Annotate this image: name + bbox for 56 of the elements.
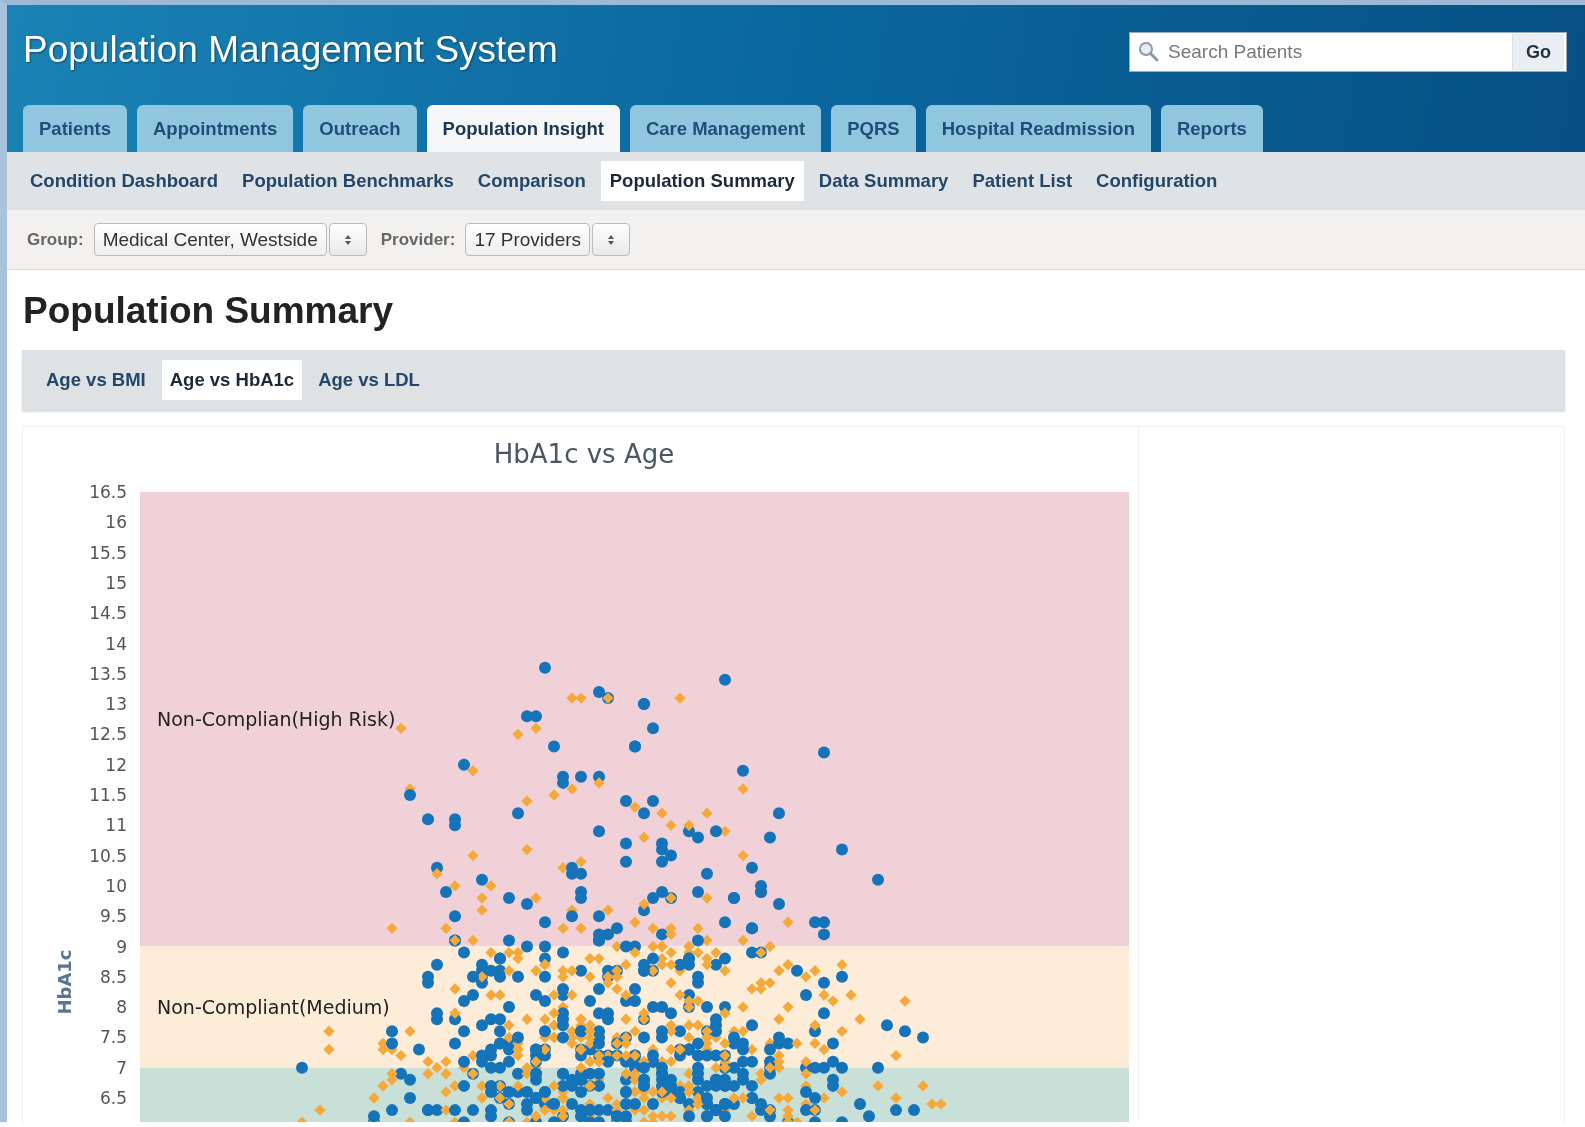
chart-tab[interactable]: Age vs BMI [38,360,154,400]
y-axis-tick-label: 10 [105,875,127,896]
select-arrows-button[interactable] [328,223,367,256]
subnav-tab[interactable]: Condition Dashboard [21,161,228,201]
y-axis-tick-label: 16 [105,512,127,533]
page-heading: Population Summary [23,290,395,332]
nav-tab[interactable]: Outreach [303,105,417,152]
y-axis-tick-label: 8.5 [99,966,127,987]
y-axis-tick-label: 6.5 [99,1088,127,1108]
band-label: Non-Compliant(Medium) [157,996,390,1019]
select-arrows-button[interactable] [592,223,631,256]
y-axis-tick-label: 15.5 [89,542,127,563]
nav-tab[interactable]: Hospital Readmission [925,105,1151,152]
nav-tab[interactable]: Patients [23,105,127,152]
y-axis-label: HbA1c [54,949,75,1015]
y-axis-tick-label: 12 [105,754,127,775]
nav-tab[interactable]: Reports [1160,105,1263,152]
chart-title: HbA1c vs Age [493,439,675,469]
nav-tab[interactable]: Population Insight [426,105,620,152]
up-down-caret-icon [607,233,616,246]
chart-tab[interactable]: Age vs LDL [310,360,428,400]
y-axis-tick-label: 14 [105,633,127,654]
y-axis-tick-label: 15 [105,572,127,593]
y-axis-tick-label: 9 [116,936,127,957]
y-axis-tick-label: 11.5 [89,785,127,805]
nav-tab[interactable]: Appointments [136,105,294,152]
subnav-tab[interactable]: Patient List [963,161,1082,201]
app-title: Population Management System [23,29,558,71]
chart-tab[interactable]: Age vs HbA1c [161,360,303,400]
filter-label: Group: [27,229,84,250]
subnav-tab[interactable]: Configuration [1087,161,1227,201]
subnav-tab[interactable]: Population Benchmarks [233,161,463,201]
go-button[interactable]: Go [1512,34,1564,70]
y-axis-tick-label: 16.5 [89,482,127,502]
y-axis-tick-label: 13 [105,694,127,715]
y-axis-tick-label: 7 [116,1057,127,1078]
subnav-tab[interactable]: Comparison [468,161,595,201]
band-label: Non-Complian(High Risk) [157,708,396,731]
subnav-tab[interactable]: Data Summary [809,161,958,201]
filter-select[interactable]: Medical Center, Westside [93,223,327,256]
subnav-tab[interactable]: Population Summary [600,161,804,201]
filter-label: Provider: [380,229,456,250]
y-axis-tick-label: 10.5 [89,845,127,866]
y-axis-tick-label: 7.5 [99,1027,127,1048]
search-field[interactable]: Search Patients Go [1129,32,1567,72]
nav-tab[interactable]: PQRS [831,105,916,152]
y-axis-tick-label: 14.5 [89,603,127,624]
y-axis-tick-label: 11 [105,815,127,836]
filter-select[interactable]: 17 Providers [465,223,591,256]
search-icon [1138,41,1160,63]
up-down-caret-icon [343,233,352,246]
y-axis-tick-label: 8 [116,997,127,1018]
nav-tab[interactable]: Care Management [629,105,822,152]
y-axis-tick-label: 9.5 [99,906,127,927]
y-axis-tick-label: 12.5 [89,724,127,745]
y-axis-tick-label: 13.5 [89,663,127,684]
